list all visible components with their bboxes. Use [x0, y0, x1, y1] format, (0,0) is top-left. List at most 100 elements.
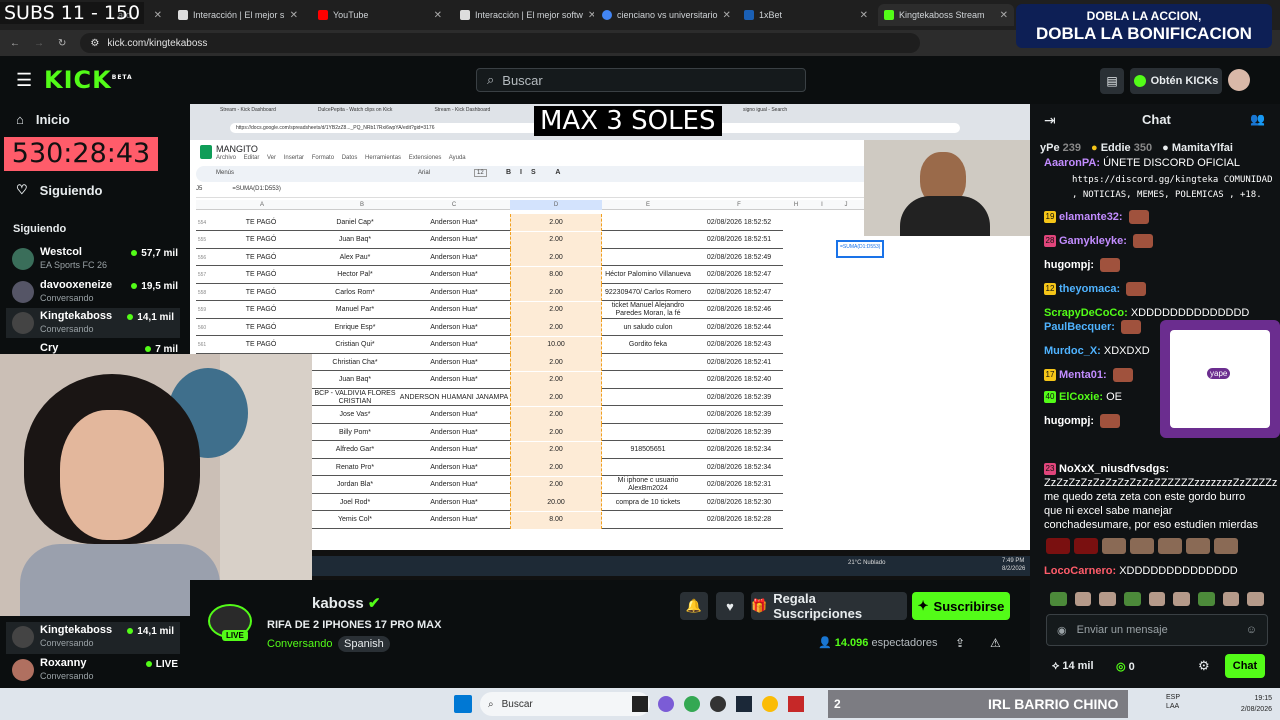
column-header[interactable]: B [312, 200, 412, 210]
table-cell[interactable]: Anderson Hua* [398, 442, 510, 459]
taskbar-search[interactable]: ⌕ Buscar [480, 692, 650, 716]
table-row[interactable]: 555 TE PAGÓ Juan Baq* Anderson Hua* 2.00 02/0… [196, 231, 784, 249]
table-cell[interactable]: 02/08/2026 18:52:28 [694, 512, 784, 529]
column-header[interactable]: A [212, 200, 312, 210]
browser-tab-active[interactable]: Kingtekaboss Stream ✕ [878, 4, 1014, 26]
table-cell[interactable]: 02/08/2026 18:52:41 [694, 354, 784, 371]
column-header[interactable]: C [398, 200, 510, 210]
table-cell[interactable]: Anderson Hua* [398, 354, 510, 371]
site-info-icon[interactable]: ⚙ [90, 38, 99, 49]
table-cell[interactable]: 02/08/2026 18:52:34 [694, 442, 784, 459]
table-row[interactable]: 559 TE PAGÓ Manuel Par* Anderson Hua* 2.00 ti… [196, 301, 784, 319]
language-tag[interactable]: Spanish [338, 636, 390, 652]
table-cell[interactable]: Anderson Hua* [398, 284, 510, 301]
gift-subs-button[interactable]: 🎁 Regala Suscripciones [751, 591, 907, 621]
chat-username[interactable]: Gamykleyke: [1059, 235, 1127, 247]
settings-icon[interactable]: ⚙ [1198, 658, 1210, 674]
table-cell[interactable] [602, 354, 694, 371]
table-cell[interactable]: TE PAGÓ [210, 337, 312, 354]
browser-tab[interactable]: cienciano vs universitario ✕ [596, 4, 736, 26]
table-cell[interactable] [602, 389, 694, 406]
close-icon[interactable]: ✕ [154, 10, 162, 21]
table-cell[interactable]: 02/08/2026 18:52:51 [694, 232, 784, 249]
back-icon[interactable]: ← [10, 38, 20, 49]
table-cell[interactable]: ticket Manuel Alejandro Paredes Moran, l… [602, 302, 694, 319]
table-cell[interactable]: 02/08/2026 18:52:40 [694, 372, 784, 389]
chat-username[interactable]: NoXxX_niusdfvsdgs: [1059, 463, 1169, 475]
table-cell[interactable]: 20.00 [510, 494, 602, 511]
chat-username[interactable]: ScrapyDeCoCo: [1044, 307, 1128, 319]
sidebar-item-home[interactable]: ⌂ Inicio [16, 112, 70, 127]
table-row[interactable]: 556 TE PAGÓ Alex Pau* Anderson Hua* 2.00 02/0… [196, 249, 783, 266]
chat-username[interactable]: AaaronPA: [1044, 157, 1100, 169]
close-icon[interactable]: ✕ [588, 10, 594, 21]
followed-channel-active[interactable]: Kingtekaboss Conversando 14,1 mil [6, 308, 180, 338]
table-cell[interactable]: 02/08/2026 18:52:39 [694, 424, 784, 441]
followed-channel[interactable]: Westcol EA Sports FC 26 57,7 mil [12, 244, 178, 274]
table-cell[interactable]: Jordan Bla* [312, 477, 398, 494]
format-icons[interactable]: BIS A [506, 169, 569, 176]
chrome-icon[interactable] [762, 696, 778, 712]
leaderboard-item[interactable]: yPe 239 [1040, 142, 1081, 154]
close-icon[interactable]: ✕ [434, 10, 442, 21]
channel-name[interactable]: kaboss ✔ [312, 594, 380, 612]
table-cell[interactable]: 2.00 [510, 354, 602, 371]
stream-category[interactable]: Conversando [267, 638, 332, 650]
bell-icon[interactable]: 🔔 [680, 592, 708, 620]
table-cell[interactable] [602, 424, 694, 441]
table-cell[interactable]: 02/08/2026 18:52:39 [694, 389, 784, 406]
table-cell[interactable]: Cristian Qui* [312, 337, 398, 354]
table-cell[interactable]: ANDERSON HUAMANI JANAMPA [398, 389, 510, 406]
browser-tab[interactable]: 1xBet ✕ [738, 4, 874, 26]
table-cell[interactable]: Héctor Palomino Villanueva [602, 267, 694, 284]
subscribe-button[interactable]: ✦ Suscribirse [912, 592, 1010, 620]
table-cell[interactable]: Alfredo Gar* [312, 442, 398, 459]
sheet-menu[interactable]: Archivo Editar Ver Insertar Formato Dato… [216, 155, 466, 161]
dashboard-icon[interactable]: ▤ [1100, 68, 1124, 94]
table-cell[interactable]: Anderson Hua* [398, 267, 510, 284]
table-cell[interactable]: TE PAGÓ [210, 284, 312, 301]
table-cell[interactable]: 918505651 [602, 442, 694, 459]
table-cell[interactable]: Anderson Hua* [398, 337, 510, 354]
clock[interactable]: 19:15 2/08/2026 [1232, 693, 1272, 715]
menu-icon[interactable]: ☰ [16, 70, 32, 91]
table-cell[interactable]: 02/08/2026 18:52:34 [694, 459, 784, 476]
table-cell[interactable]: Anderson Hua* [398, 494, 510, 511]
heart-icon[interactable]: ♥ [716, 592, 744, 620]
chat-username[interactable]: theyomaca: [1059, 283, 1120, 295]
chat-username[interactable]: Murdoc_X: [1044, 345, 1101, 357]
table-cell[interactable] [602, 214, 694, 231]
followed-channel[interactable]: Cry 7 mil [12, 340, 178, 355]
table-row[interactable]: 558 TE PAGÓ Carlos Rom* Anderson Hua* 2.00 92… [196, 284, 783, 301]
emoji-icon[interactable]: ☺ [1246, 624, 1257, 636]
table-cell[interactable]: Carlos Rom* [312, 284, 398, 301]
table-cell[interactable]: 8.00 [510, 266, 602, 284]
table-cell[interactable]: Joel Rod* [312, 494, 398, 511]
chat-input[interactable]: ◉ Enviar un mensaje ☺ [1046, 614, 1268, 646]
table-cell[interactable]: TE PAGÓ [210, 267, 312, 284]
discord-icon[interactable] [658, 696, 674, 712]
table-cell[interactable]: 02/08/2026 18:52:39 [694, 407, 784, 424]
column-header[interactable]: E [602, 200, 694, 210]
table-cell[interactable]: 02/08/2026 18:52:52 [694, 214, 784, 231]
chat-username[interactable]: elamante32: [1059, 211, 1123, 223]
table-cell[interactable] [602, 249, 694, 266]
table-cell[interactable]: 02/08/2026 18:52:46 [694, 302, 784, 319]
table-cell[interactable]: TE PAGÓ [210, 249, 312, 266]
table-cell[interactable]: Anderson Hua* [398, 319, 510, 336]
language-indicator[interactable]: ESP LAA [1166, 693, 1180, 711]
table-cell[interactable]: 2.00 [510, 406, 602, 424]
table-cell[interactable]: Anderson Hua* [398, 459, 510, 476]
table-cell[interactable]: Anderson Hua* [398, 512, 510, 529]
forward-icon[interactable]: → [34, 38, 44, 49]
steam-icon[interactable] [736, 696, 752, 712]
table-cell[interactable]: Mi iphone c usuario AlexBm2024 [602, 477, 694, 494]
menus-search[interactable]: Menús [216, 170, 234, 176]
table-cell[interactable]: TE PAGÓ [210, 232, 312, 249]
active-cell[interactable]: =SUMA(D1:D553) [836, 240, 884, 258]
browser-tab[interactable]: YouTube ✕ [312, 4, 448, 26]
table-cell[interactable]: Anderson Hua* [398, 232, 510, 249]
table-cell[interactable]: 02/08/2026 18:52:47 [694, 284, 784, 301]
chrome-icon[interactable] [684, 696, 700, 712]
followed-channel[interactable]: Kingtekaboss Conversando 14,1 mil [6, 622, 180, 654]
